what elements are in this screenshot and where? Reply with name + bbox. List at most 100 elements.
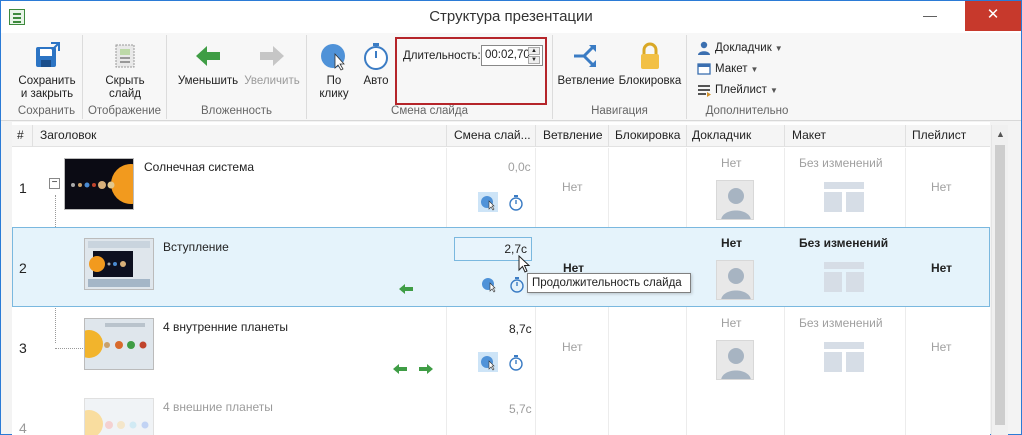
on-click-icon[interactable] (478, 192, 498, 212)
narrator-value[interactable]: Нет (721, 316, 741, 330)
playlist-value[interactable]: Нет (931, 180, 951, 194)
chevron-down-icon: ▼ (750, 65, 759, 75)
stopwatch-icon[interactable] (509, 276, 525, 294)
slide-thumbnail[interactable] (75, 398, 154, 435)
minimize-button[interactable]: — (913, 1, 947, 31)
table-row[interactable]: 4 4 внешние планеты 5,7с (12, 388, 990, 435)
app-window: Структура презентации — □ ✕ Сохранить и … (0, 0, 1022, 435)
row-number: 3 (19, 340, 27, 356)
on-click-icon[interactable] (478, 352, 498, 372)
slide-thumbnail[interactable] (64, 158, 151, 210)
layout-value[interactable]: Без изменений (799, 156, 883, 170)
layout-icon (824, 262, 864, 292)
table-row[interactable]: 3 4 внутренние планеты 8,7с Нет Нет Без … (12, 308, 990, 388)
layout-icon (824, 342, 864, 372)
ribbon-group-extra: Докладчик ▼ Макет ▼ Плейлист ▼ Дополнительн… (687, 35, 807, 119)
layout-dropdown[interactable]: Макет ▼ (697, 62, 758, 82)
vertical-scrollbar[interactable]: ▲ (991, 125, 1008, 435)
save-icon (36, 42, 60, 67)
col-header-num[interactable]: # (17, 128, 24, 142)
hide-slide-button[interactable]: Скрыть слайд (93, 41, 157, 101)
playlist-value[interactable]: Нет (931, 261, 952, 275)
slide-timing[interactable]: 5,7с (509, 402, 532, 416)
increase-label: Увеличить (244, 75, 300, 87)
increase-nesting-button[interactable]: Увеличить (241, 41, 303, 88)
table-row-selected[interactable]: 2 Вступление 2,7с Нет Нет Без изменений … (12, 227, 990, 307)
group-label-display: Отображение (87, 105, 162, 117)
playlist-dropdown[interactable]: Плейлист ▼ (697, 83, 778, 103)
scroll-up-icon[interactable]: ▲ (996, 129, 1005, 139)
col-header-narrator[interactable]: Докладчик (692, 128, 751, 142)
on-click-icon (321, 44, 345, 71)
intro-thumbnail (88, 241, 150, 287)
lock-icon (641, 42, 659, 69)
playlist-value[interactable]: Нет (931, 340, 951, 354)
on-click-icon[interactable] (479, 274, 499, 294)
playlist-icon (698, 85, 711, 97)
layout-value[interactable]: Без изменений (799, 236, 888, 250)
branching-value[interactable]: Нет (562, 180, 582, 194)
save-and-close-button[interactable]: Сохранить и закрыть (15, 41, 79, 101)
narrator-dropdown[interactable]: Докладчик ▼ (697, 41, 783, 61)
slide-timing: 2,7с (504, 242, 527, 256)
window-title: Структура презентации (429, 8, 593, 25)
col-header-slide-change[interactable]: Смена слай... (454, 128, 531, 142)
branching-value[interactable]: Нет (562, 340, 582, 354)
close-button[interactable]: ✕ (965, 1, 1021, 31)
ribbon-group-navigation: Ветвление Блокировка Навигация (553, 35, 687, 119)
avatar-placeholder[interactable] (716, 260, 754, 300)
inner-planets-thumbnail (75, 323, 147, 358)
group-label-nesting: Вложенность (201, 105, 272, 117)
branching-button[interactable]: Ветвление (555, 41, 617, 88)
avatar-placeholder[interactable] (716, 340, 754, 380)
auto-button[interactable]: Авто (357, 41, 395, 88)
narrator-value[interactable]: Нет (721, 236, 742, 250)
lock-button[interactable]: Блокировка (617, 41, 683, 88)
table-row[interactable]: 1 − Солнечная система 0,0с Нет Нет Без и… (12, 148, 990, 228)
col-header-title[interactable]: Заголовок (40, 128, 96, 142)
mouse-cursor-icon (518, 255, 531, 273)
col-header-lock[interactable]: Блокировка (615, 128, 680, 142)
slide-title: 4 внутренние планеты (163, 320, 289, 334)
group-label-save: Сохранить (17, 105, 76, 117)
duration-value: 00:02,70 (485, 49, 530, 61)
playlist-label: Плейлист (715, 84, 767, 97)
slide-timing[interactable]: 0,0с (508, 160, 531, 174)
avatar-placeholder[interactable] (716, 180, 754, 220)
slide-thumbnail[interactable] (75, 318, 154, 370)
slide-title: Солнечная система (144, 160, 255, 174)
row-number: 4 (19, 420, 27, 435)
col-header-layout[interactable]: Макет (792, 128, 826, 142)
duration-label: Длительность: (403, 50, 481, 62)
duration-up-button[interactable]: ▲ (528, 47, 540, 55)
narrator-value[interactable]: Нет (721, 156, 741, 170)
arrow-left-icon[interactable] (398, 283, 414, 295)
slide-title: Вступление (163, 240, 229, 254)
person-icon (698, 41, 710, 55)
branching-icon (574, 45, 596, 67)
duration-down-button[interactable]: ▼ (528, 56, 540, 64)
arrow-right-icon (260, 46, 284, 66)
arrow-right-icon[interactable] (418, 363, 434, 375)
layout-value[interactable]: Без изменений (799, 316, 883, 330)
arrow-left-icon[interactable] (392, 363, 408, 375)
on-click-label-line2: клику (319, 88, 349, 100)
slide-timing[interactable]: 8,7с (509, 322, 532, 336)
row-number: 2 (19, 260, 27, 276)
decrease-nesting-button[interactable]: Уменьшить (175, 41, 241, 88)
scroll-thumb[interactable] (995, 145, 1005, 425)
hide-slide-label-line2: слайд (109, 88, 141, 100)
col-header-branching[interactable]: Ветвление (543, 128, 603, 142)
collapse-toggle[interactable]: − (49, 178, 60, 189)
layout-icon (697, 63, 711, 75)
stopwatch-icon[interactable] (508, 354, 524, 372)
duration-input[interactable]: 00:02,70 ▲ ▼ (481, 45, 543, 66)
group-label-slide-change: Смена слайда (391, 105, 468, 117)
slide-thumbnail[interactable] (84, 238, 154, 290)
stopwatch-icon[interactable] (508, 194, 524, 212)
ribbon-group-nesting: Уменьшить Увеличить Вложенность (167, 35, 307, 119)
grid-header: # Заголовок Смена слай... Ветвление Блок… (12, 125, 990, 147)
col-header-playlist[interactable]: Плейлист (912, 128, 966, 142)
on-click-button[interactable]: По клику (311, 41, 357, 101)
branching-label: Ветвление (557, 75, 615, 87)
